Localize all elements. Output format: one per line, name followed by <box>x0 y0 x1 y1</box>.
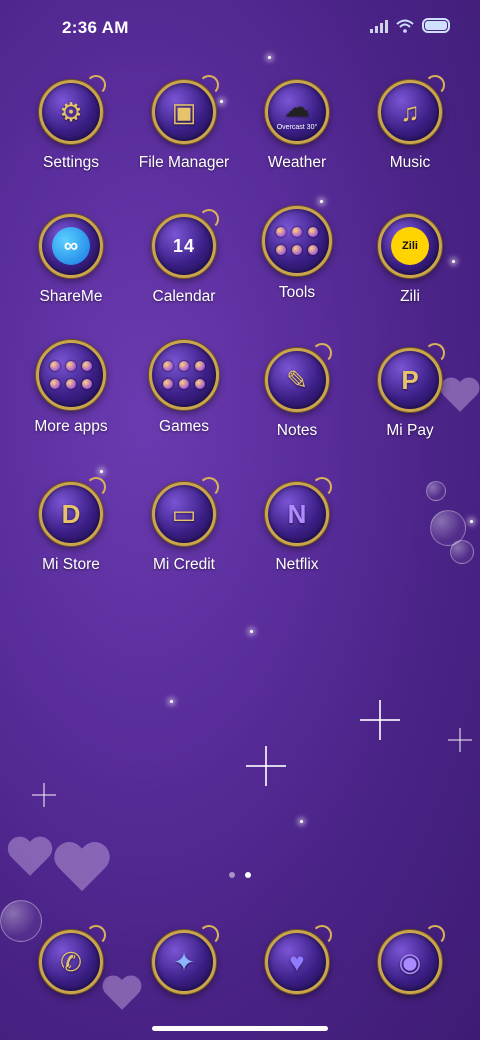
app-zili[interactable]: Zili Zili <box>354 214 466 306</box>
dock-messages[interactable]: ♥ <box>241 925 353 994</box>
home-indicator[interactable] <box>152 1026 328 1031</box>
folder-tools[interactable]: Tools <box>241 206 353 302</box>
zili-icon: Zili <box>378 214 442 278</box>
shareme-icon: ∞ <box>39 214 103 278</box>
credit-card-icon: ▭ <box>152 477 219 546</box>
app-label: Mi Credit <box>152 556 215 573</box>
app-label: Mi Store <box>42 556 100 573</box>
cloud-icon: ☁ Overcast 30° <box>265 80 329 144</box>
folder-grid-icon <box>262 206 332 276</box>
calendar-icon: 14 <box>152 209 219 278</box>
mi-pay-icon: P <box>378 343 445 412</box>
folder-grid-icon <box>149 340 219 410</box>
app-label: Notes <box>276 422 318 439</box>
weather-widget-text: Overcast 30° <box>276 124 318 131</box>
page-dot-active[interactable] <box>245 872 251 878</box>
app-label: Tools <box>278 284 316 301</box>
browser-icon: ✦ <box>152 925 219 994</box>
app-label: Weather <box>267 154 327 171</box>
app-notes[interactable]: ✎ Notes <box>241 343 353 440</box>
phone-icon: ✆ <box>39 925 106 994</box>
app-mi-store[interactable]: D Mi Store <box>15 477 127 574</box>
page-indicator <box>0 872 480 878</box>
folder-more-apps[interactable]: More apps <box>15 340 127 436</box>
dock-phone[interactable]: ✆ <box>15 925 127 994</box>
app-music[interactable]: ♫ Music <box>354 75 466 172</box>
music-note-icon: ♫ <box>378 75 445 144</box>
signal-icon <box>370 19 388 33</box>
app-netflix[interactable]: N Netflix <box>241 477 353 574</box>
dock: ✆ ✦ ♥ ◉ <box>15 925 466 1000</box>
app-mi-pay[interactable]: P Mi Pay <box>354 343 466 440</box>
netflix-icon: N <box>265 477 332 546</box>
status-icons <box>370 18 450 33</box>
app-label: Music <box>389 154 431 171</box>
app-label: Calendar <box>152 288 216 305</box>
app-weather[interactable]: ☁ Overcast 30° Weather <box>241 80 353 172</box>
app-label: More apps <box>34 418 108 435</box>
mi-store-icon: D <box>39 477 106 546</box>
battery-icon <box>422 18 450 33</box>
app-mi-credit[interactable]: ▭ Mi Credit <box>128 477 240 574</box>
app-label: Zili <box>400 288 420 305</box>
status-time: 2:36 AM <box>62 18 129 37</box>
app-shareme[interactable]: ∞ ShareMe <box>15 214 127 306</box>
dock-browser[interactable]: ✦ <box>128 925 240 994</box>
gear-icon: ⚙ <box>39 75 106 144</box>
app-label: Settings <box>42 154 99 171</box>
app-label: Mi Pay <box>386 422 434 439</box>
app-label: ShareMe <box>39 288 103 305</box>
app-label: Games <box>159 418 209 435</box>
notes-icon: ✎ <box>265 343 332 412</box>
dock-camera[interactable]: ◉ <box>354 925 466 994</box>
app-file-manager[interactable]: ▣ File Manager <box>128 75 240 172</box>
status-bar: 2:36 AM <box>0 0 480 56</box>
folder-games[interactable]: Games <box>128 340 240 436</box>
folder-grid-icon <box>36 340 106 410</box>
folder-icon: ▣ <box>152 75 219 144</box>
app-settings[interactable]: ⚙ Settings <box>15 75 127 172</box>
wifi-icon <box>396 19 414 33</box>
camera-icon: ◉ <box>378 925 445 994</box>
app-label: Netflix <box>275 556 319 573</box>
app-calendar[interactable]: 14 Calendar <box>128 209 240 306</box>
app-label: File Manager <box>138 154 230 171</box>
page-dot[interactable] <box>229 872 235 878</box>
messages-icon: ♥ <box>265 925 332 994</box>
